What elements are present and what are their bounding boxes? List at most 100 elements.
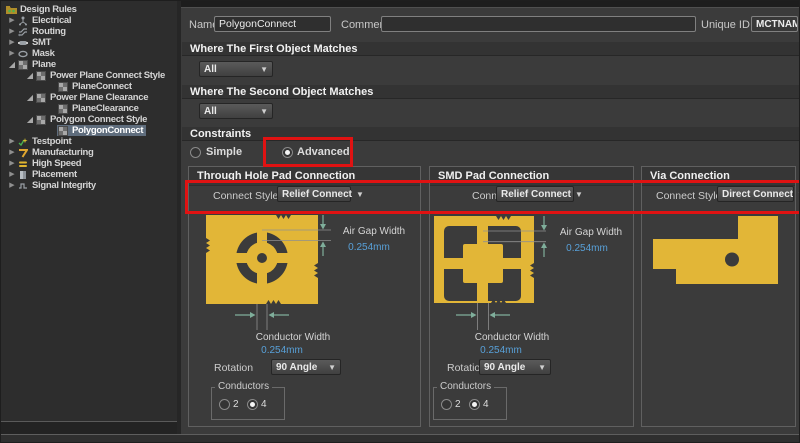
tree-item-placement[interactable]: ▶Placement (1, 169, 177, 180)
smd-rotation-dropdown[interactable]: 90 Angle ▼ (479, 359, 551, 375)
conductors-2-radio[interactable] (219, 399, 230, 410)
tree-item-manufacturing[interactable]: ▶Manufacturing (1, 147, 177, 158)
conductor-width-label: Conductor Width (475, 332, 549, 343)
rule-icon (18, 60, 29, 70)
conductors-4-radio[interactable] (247, 399, 258, 410)
rule-editor-window: Design Rules▶Electrical▶Routing▶SMT▶Mask… (0, 0, 800, 443)
expand-arrow-icon[interactable]: ▶ (7, 169, 17, 180)
tree-item-label: Electrical (32, 15, 71, 26)
expand-arrow-icon[interactable]: ▶ (7, 147, 17, 158)
expand-arrow-icon[interactable]: ▶ (7, 48, 17, 59)
tree-item-smt[interactable]: ▶ SMT (1, 37, 177, 48)
rule-icon (58, 126, 69, 136)
air-gap-width-label: Air Gap Width (343, 226, 405, 237)
expand-arrow-icon[interactable]: ▶ (7, 37, 17, 48)
unique-id-input[interactable]: MCTNAMFK (751, 16, 798, 32)
conductors-4-label: 4 (483, 399, 489, 410)
tree-item-label: Routing (32, 26, 66, 37)
collapse-arrow-icon[interactable]: ◢ (25, 114, 35, 125)
collapse-arrow-icon[interactable]: ◢ (25, 70, 35, 81)
first-object-matches-header: Where The First Object Matches (182, 42, 799, 56)
electrical-icon (18, 16, 29, 26)
tree-item-label: Power Plane Connect Style (50, 70, 165, 81)
rule-icon (58, 104, 69, 114)
comment-input[interactable] (381, 16, 696, 32)
expand-arrow-icon[interactable]: ▶ (7, 136, 17, 147)
rule-icon (36, 71, 47, 81)
rotation-label: Rotation (214, 362, 253, 374)
tree-item-label: Design Rules (20, 4, 77, 15)
tree-item-routing[interactable]: ▶ Routing (1, 26, 177, 37)
tree-item-mask[interactable]: ▶ Mask (1, 48, 177, 59)
rule-icon (36, 93, 47, 103)
chevron-down-icon: ▼ (260, 65, 268, 74)
chevron-down-icon: ▼ (328, 363, 336, 372)
smd-pad-preview-diagram: Air Gap Width 0.254mm Conductor Width 0.… (431, 207, 631, 357)
tree-item-power-plane-clearance[interactable]: ◢ Power Plane Clearance (1, 92, 177, 103)
testpoint-icon (18, 137, 29, 147)
through-hole-rotation-dropdown[interactable]: 90 Angle ▼ (271, 359, 341, 375)
expand-arrow-icon[interactable]: ▶ (7, 158, 17, 169)
expand-arrow-icon[interactable]: ▶ (7, 180, 17, 191)
air-gap-width-label: Air Gap Width (560, 227, 622, 238)
tree-item-design-rules[interactable]: Design Rules (1, 4, 177, 15)
conductors-label: Conductors (437, 381, 494, 392)
collapse-arrow-icon[interactable]: ◢ (25, 92, 35, 103)
through-hole-pad-preview-diagram: Air Gap Width 0.254mm Conductor Width 0.… (191, 207, 419, 357)
tree-item-testpoint[interactable]: ▶ Testpoint (1, 136, 177, 147)
tree-item-planeconnect[interactable]: PlaneConnect (1, 81, 177, 92)
tree-item-plane[interactable]: ◢ Plane (1, 59, 177, 70)
mask-icon (18, 49, 29, 59)
bottom-edge-strip (1, 434, 800, 443)
conductors-4-radio[interactable] (469, 399, 480, 410)
tree-item-planeclearance[interactable]: PlaneClearance (1, 103, 177, 114)
conductors-2-label: 2 (455, 399, 461, 410)
rule-icon (36, 115, 47, 125)
chevron-down-icon: ▼ (538, 363, 546, 372)
tree-item-polygonconnect[interactable]: PolygonConnect (1, 125, 177, 136)
conductors-4-label: 4 (261, 399, 267, 410)
collapse-arrow-icon[interactable]: ◢ (7, 59, 17, 70)
simple-radio[interactable] (190, 147, 201, 158)
highspeed-icon (18, 159, 29, 169)
tree-item-label: Polygon Connect Style (50, 114, 147, 125)
tree-item-polygon-connect-style[interactable]: ◢ Polygon Connect Style (1, 114, 177, 125)
expand-arrow-icon[interactable]: ▶ (7, 15, 17, 26)
conductor-width-value: 0.254mm (480, 345, 522, 356)
chevron-down-icon: ▼ (260, 107, 268, 116)
expand-arrow-icon[interactable]: ▶ (7, 26, 17, 37)
tree-item-label: Testpoint (32, 136, 71, 147)
dropdown-value: 90 Angle (484, 362, 525, 373)
tree-item-label: Mask (32, 48, 55, 59)
second-object-matches-header: Where The Second Object Matches (182, 85, 799, 99)
conductors-label: Conductors (215, 381, 272, 392)
manufacturing-icon (18, 148, 29, 158)
tree-item-signal-integrity[interactable]: ▶ Signal Integrity (1, 180, 177, 191)
first-object-matches-dropdown[interactable]: All ▼ (199, 61, 273, 77)
name-input[interactable]: PolygonConnect (214, 16, 331, 32)
top-edge-strip (181, 1, 800, 8)
air-gap-width-value: 0.254mm (348, 242, 390, 253)
conductor-width-value: 0.254mm (261, 345, 303, 356)
panel-divider[interactable] (177, 1, 181, 434)
tree-item-label: SMT (32, 37, 51, 48)
annotation-connect-style-box (185, 180, 800, 214)
tree-item-label: PlaneClearance (72, 103, 139, 114)
tree-item-label: PlaneConnect (72, 81, 132, 92)
routing-icon (18, 27, 29, 37)
air-gap-width-value: 0.254mm (566, 243, 608, 254)
tree-item-label: Power Plane Clearance (50, 92, 148, 103)
dropdown-value: 90 Angle (276, 362, 317, 373)
conductors-2-radio[interactable] (441, 399, 452, 410)
tree-item-label: Signal Integrity (32, 180, 96, 191)
tree-item-electrical[interactable]: ▶ Electrical (1, 15, 177, 26)
tree-panel-footer (1, 422, 177, 434)
via-preview-diagram (646, 207, 791, 307)
simple-radio-label: Simple (206, 146, 242, 158)
tree-item-label: PolygonConnect (72, 125, 143, 136)
dropdown-value: All (204, 64, 217, 75)
tree-item-high-speed[interactable]: ▶High Speed (1, 158, 177, 169)
tree-item-label: Plane (32, 59, 56, 70)
second-object-matches-dropdown[interactable]: All ▼ (199, 103, 273, 119)
tree-item-power-plane-connect-style[interactable]: ◢ Power Plane Connect Style (1, 70, 177, 81)
